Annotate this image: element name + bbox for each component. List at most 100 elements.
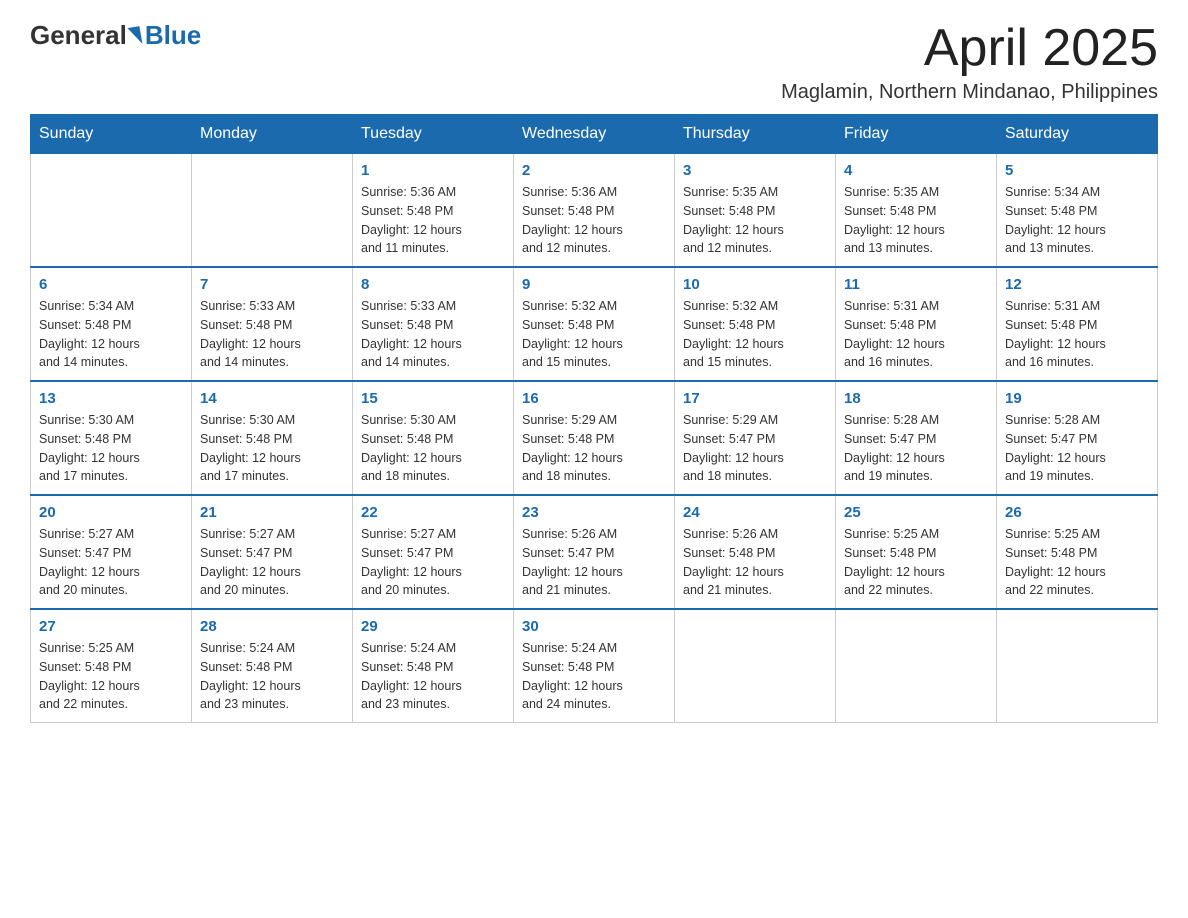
day-number: 18: [844, 390, 988, 407]
day-info: Sunrise: 5:35 AM Sunset: 5:48 PM Dayligh…: [683, 183, 827, 258]
calendar-cell: 16 Sunrise: 5:29 AM Sunset: 5:48 PM Dayli…: [514, 381, 675, 495]
calendar-cell: 5 Sunrise: 5:34 AM Sunset: 5:48 PM Daylig…: [997, 154, 1158, 268]
day-info: Sunrise: 5:25 AM Sunset: 5:48 PM Dayligh…: [39, 639, 183, 714]
day-number: 27: [39, 618, 183, 635]
day-number: 13: [39, 390, 183, 407]
calendar-cell: 28 Sunrise: 5:24 AM Sunset: 5:48 PM Dayli…: [192, 609, 353, 723]
column-header-sunday: Sunday: [31, 115, 192, 154]
calendar-cell: 22 Sunrise: 5:27 AM Sunset: 5:47 PM Dayli…: [353, 495, 514, 609]
logo: General Blue: [30, 20, 201, 51]
calendar-cell: 23Sunrise: 5:26 AM Sunset: 5:47 PM Dayli…: [514, 495, 675, 609]
calendar-cell: [836, 609, 997, 723]
day-number: 14: [200, 390, 344, 407]
calendar-cell: 21 Sunrise: 5:27 AM Sunset: 5:47 PM Dayli…: [192, 495, 353, 609]
calendar-week-row: 1 Sunrise: 5:36 AM Sunset: 5:48 PM Daylig…: [31, 154, 1158, 268]
day-info: Sunrise: 5:31 AM Sunset: 5:48 PM Dayligh…: [844, 297, 988, 372]
calendar-cell: [31, 154, 192, 268]
day-number: 9: [522, 276, 666, 293]
day-info: Sunrise: 5:34 AM Sunset: 5:48 PM Dayligh…: [1005, 183, 1149, 258]
day-info: Sunrise: 5:29 AM Sunset: 5:48 PM Dayligh…: [522, 411, 666, 486]
day-number: 30: [522, 618, 666, 635]
calendar-cell: 26 Sunrise: 5:25 AM Sunset: 5:48 PM Dayli…: [997, 495, 1158, 609]
day-number: 6: [39, 276, 183, 293]
day-number: 25: [844, 504, 988, 521]
day-number: 26: [1005, 504, 1149, 521]
calendar-cell: [192, 154, 353, 268]
day-info: Sunrise: 5:32 AM Sunset: 5:48 PM Dayligh…: [522, 297, 666, 372]
day-number: 2: [522, 162, 666, 179]
calendar-cell: 19 Sunrise: 5:28 AM Sunset: 5:47 PM Dayli…: [997, 381, 1158, 495]
day-number: 15: [361, 390, 505, 407]
calendar-cell: 24 Sunrise: 5:26 AM Sunset: 5:48 PM Dayli…: [675, 495, 836, 609]
calendar-cell: [997, 609, 1158, 723]
logo-arrow-icon: [127, 26, 142, 46]
column-header-tuesday: Tuesday: [353, 115, 514, 154]
calendar-cell: 29 Sunrise: 5:24 AM Sunset: 5:48 PM Dayli…: [353, 609, 514, 723]
calendar-header-row: SundayMondayTuesdayWednesdayThursdayFrid…: [31, 115, 1158, 154]
day-number: 23: [522, 504, 666, 521]
day-info: Sunrise: 5:29 AM Sunset: 5:47 PM Dayligh…: [683, 411, 827, 486]
calendar-week-row: 13 Sunrise: 5:30 AM Sunset: 5:48 PM Dayli…: [31, 381, 1158, 495]
day-number: 4: [844, 162, 988, 179]
day-info: Sunrise: 5:36 AM Sunset: 5:48 PM Dayligh…: [522, 183, 666, 258]
calendar-cell: 2 Sunrise: 5:36 AM Sunset: 5:48 PM Daylig…: [514, 154, 675, 268]
calendar-cell: 9 Sunrise: 5:32 AM Sunset: 5:48 PM Daylig…: [514, 267, 675, 381]
day-info: Sunrise: 5:27 AM Sunset: 5:47 PM Dayligh…: [200, 525, 344, 600]
calendar-week-row: 27 Sunrise: 5:25 AM Sunset: 5:48 PM Dayli…: [31, 609, 1158, 723]
calendar-cell: 15 Sunrise: 5:30 AM Sunset: 5:48 PM Dayli…: [353, 381, 514, 495]
day-info: Sunrise: 5:26 AM Sunset: 5:48 PM Dayligh…: [683, 525, 827, 600]
column-header-monday: Monday: [192, 115, 353, 154]
day-number: 1: [361, 162, 505, 179]
calendar-cell: 13 Sunrise: 5:30 AM Sunset: 5:48 PM Dayli…: [31, 381, 192, 495]
column-header-friday: Friday: [836, 115, 997, 154]
day-number: 11: [844, 276, 988, 293]
day-info: Sunrise: 5:24 AM Sunset: 5:48 PM Dayligh…: [200, 639, 344, 714]
day-info: Sunrise: 5:27 AM Sunset: 5:47 PM Dayligh…: [361, 525, 505, 600]
calendar-cell: 3 Sunrise: 5:35 AM Sunset: 5:48 PM Daylig…: [675, 154, 836, 268]
calendar-table: SundayMondayTuesdayWednesdayThursdayFrid…: [30, 114, 1158, 723]
day-number: 16: [522, 390, 666, 407]
calendar-subtitle: Maglamin, Northern Mindanao, Philippines: [781, 81, 1158, 104]
day-number: 19: [1005, 390, 1149, 407]
day-number: 3: [683, 162, 827, 179]
day-info: Sunrise: 5:28 AM Sunset: 5:47 PM Dayligh…: [1005, 411, 1149, 486]
day-info: Sunrise: 5:33 AM Sunset: 5:48 PM Dayligh…: [200, 297, 344, 372]
day-info: Sunrise: 5:30 AM Sunset: 5:48 PM Dayligh…: [200, 411, 344, 486]
day-number: 8: [361, 276, 505, 293]
calendar-week-row: 6 Sunrise: 5:34 AM Sunset: 5:48 PM Daylig…: [31, 267, 1158, 381]
day-info: Sunrise: 5:34 AM Sunset: 5:48 PM Dayligh…: [39, 297, 183, 372]
calendar-cell: 14 Sunrise: 5:30 AM Sunset: 5:48 PM Dayli…: [192, 381, 353, 495]
day-info: Sunrise: 5:31 AM Sunset: 5:48 PM Dayligh…: [1005, 297, 1149, 372]
column-header-thursday: Thursday: [675, 115, 836, 154]
day-number: 28: [200, 618, 344, 635]
day-info: Sunrise: 5:30 AM Sunset: 5:48 PM Dayligh…: [361, 411, 505, 486]
day-info: Sunrise: 5:30 AM Sunset: 5:48 PM Dayligh…: [39, 411, 183, 486]
calendar-cell: 11 Sunrise: 5:31 AM Sunset: 5:48 PM Dayli…: [836, 267, 997, 381]
day-info: Sunrise: 5:25 AM Sunset: 5:48 PM Dayligh…: [844, 525, 988, 600]
calendar-cell: 10Sunrise: 5:32 AM Sunset: 5:48 PM Dayli…: [675, 267, 836, 381]
day-number: 5: [1005, 162, 1149, 179]
calendar-cell: 8 Sunrise: 5:33 AM Sunset: 5:48 PM Daylig…: [353, 267, 514, 381]
day-number: 29: [361, 618, 505, 635]
day-info: Sunrise: 5:24 AM Sunset: 5:48 PM Dayligh…: [522, 639, 666, 714]
day-info: Sunrise: 5:25 AM Sunset: 5:48 PM Dayligh…: [1005, 525, 1149, 600]
logo-general-text: General: [30, 20, 127, 51]
calendar-cell: 1 Sunrise: 5:36 AM Sunset: 5:48 PM Daylig…: [353, 154, 514, 268]
day-number: 22: [361, 504, 505, 521]
day-number: 12: [1005, 276, 1149, 293]
day-number: 24: [683, 504, 827, 521]
calendar-cell: [675, 609, 836, 723]
calendar-cell: 27 Sunrise: 5:25 AM Sunset: 5:48 PM Dayli…: [31, 609, 192, 723]
day-number: 17: [683, 390, 827, 407]
day-info: Sunrise: 5:28 AM Sunset: 5:47 PM Dayligh…: [844, 411, 988, 486]
calendar-cell: 17 Sunrise: 5:29 AM Sunset: 5:47 PM Dayli…: [675, 381, 836, 495]
logo-blue-text: Blue: [145, 20, 201, 51]
day-info: Sunrise: 5:24 AM Sunset: 5:48 PM Dayligh…: [361, 639, 505, 714]
day-info: Sunrise: 5:36 AM Sunset: 5:48 PM Dayligh…: [361, 183, 505, 258]
calendar-week-row: 20Sunrise: 5:27 AM Sunset: 5:47 PM Dayli…: [31, 495, 1158, 609]
day-info: Sunrise: 5:33 AM Sunset: 5:48 PM Dayligh…: [361, 297, 505, 372]
calendar-cell: 7Sunrise: 5:33 AM Sunset: 5:48 PM Daylig…: [192, 267, 353, 381]
calendar-cell: 20Sunrise: 5:27 AM Sunset: 5:47 PM Dayli…: [31, 495, 192, 609]
day-info: Sunrise: 5:32 AM Sunset: 5:48 PM Dayligh…: [683, 297, 827, 372]
day-number: 21: [200, 504, 344, 521]
